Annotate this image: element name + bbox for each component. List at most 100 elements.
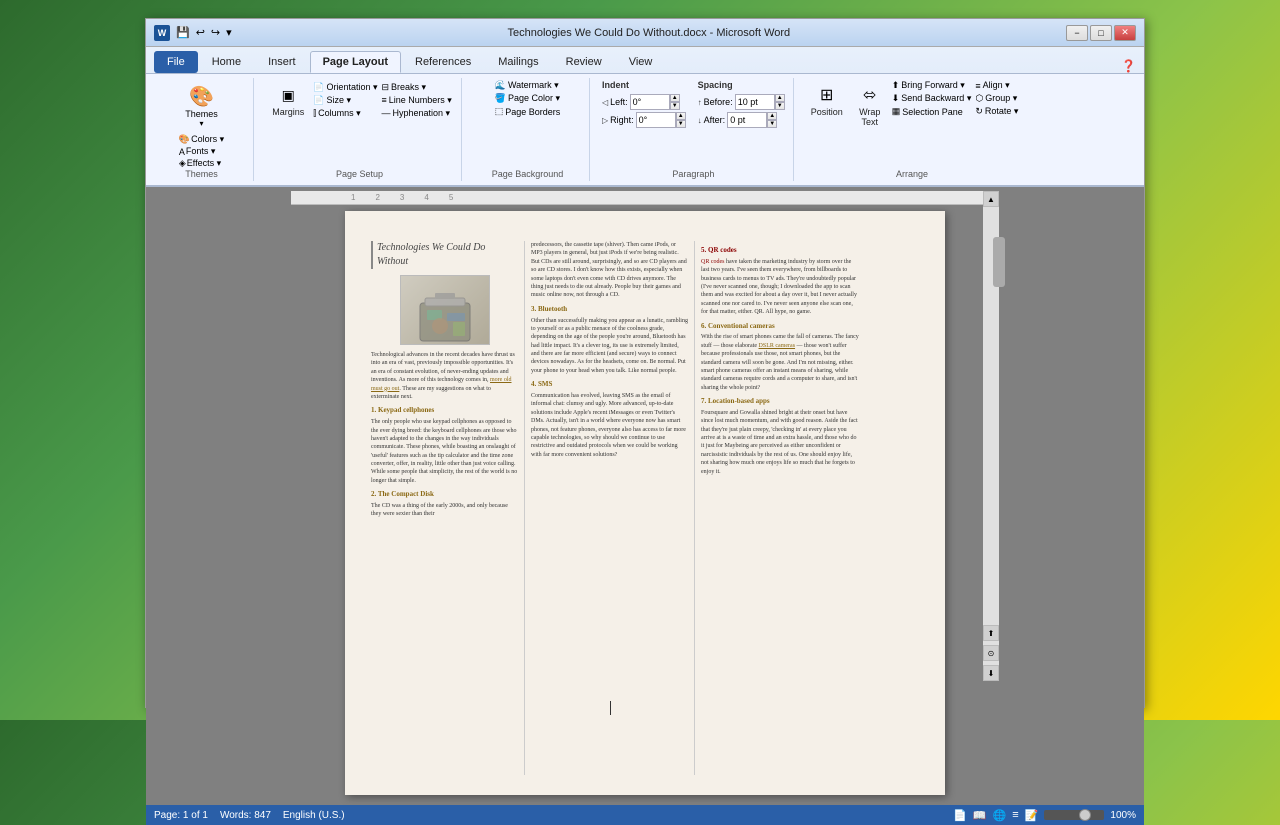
indent-right-down[interactable]: ▼: [676, 120, 686, 128]
tab-file[interactable]: File: [154, 51, 198, 73]
group-button[interactable]: ⬡Group ▾: [975, 93, 1018, 104]
ribbon: File Home Insert Page Layout References …: [146, 47, 1144, 187]
main-layout: 12345 Technologies We Could Do Without: [146, 187, 1144, 825]
zoom-thumb[interactable]: [1079, 809, 1091, 821]
zoom-slider[interactable]: [1044, 810, 1104, 820]
theme-fonts-button[interactable]: AFonts ▾: [179, 146, 224, 157]
spacing-before-input[interactable]: [735, 94, 775, 110]
doc-view-area: 12345 Technologies We Could Do Without: [146, 187, 1144, 805]
spacing-after-input[interactable]: [727, 112, 767, 128]
undo-icon[interactable]: ↩: [196, 26, 205, 39]
word-app-icon: W: [154, 25, 170, 41]
margins-button[interactable]: ▣ Margins: [267, 80, 309, 120]
themes-button[interactable]: 🎨 Themes ▾: [180, 80, 224, 132]
view-web-btn[interactable]: 🌐: [993, 809, 1007, 822]
page-background-label: Page Background: [492, 169, 564, 179]
prev-page-button[interactable]: ⬆: [983, 625, 999, 641]
send-backward-button[interactable]: ⬇Send Backward ▾: [892, 93, 972, 104]
spacing-col: Spacing ↑ Before: ▲ ▼: [698, 80, 785, 128]
word-window: W 💾 ↩ ↪ ▾ Technologies We Could Do Witho…: [145, 18, 1145, 708]
theme-colors-button[interactable]: 🎨Colors ▾: [179, 134, 224, 145]
indent-left-row: ◁ Left: ▲ ▼: [602, 94, 686, 110]
maximize-button[interactable]: □: [1090, 25, 1112, 41]
align-button[interactable]: ≡Align ▾: [975, 80, 1018, 91]
doc-col-2: predecessors, the cassette tape (shiver)…: [525, 241, 695, 775]
line-numbers-button[interactable]: ≡Line Numbers ▾: [381, 95, 451, 106]
customize-qa-icon[interactable]: ▾: [226, 26, 232, 39]
spacing-before-up[interactable]: ▲: [775, 94, 785, 102]
qr-link-text: QR codes: [701, 259, 725, 265]
indent-left-icon: ◁: [602, 98, 608, 107]
spacing-after-spin[interactable]: ▲ ▼: [767, 112, 777, 128]
view-reading-btn[interactable]: 📖: [973, 809, 987, 822]
close-button[interactable]: ✕: [1114, 25, 1136, 41]
doc-section-location: 7. Location-based apps: [701, 397, 859, 407]
next-page-button[interactable]: ⬇: [983, 665, 999, 681]
ribbon-group-paragraph: Indent ◁ Left: ▲ ▼: [598, 78, 794, 181]
status-bar: Page: 1 of 1 Words: 847 English (U.S.) 📄…: [146, 805, 1144, 825]
columns-button[interactable]: ⫿Columns ▾: [313, 108, 377, 119]
selection-pane-button[interactable]: ▦Selection Pane: [892, 106, 972, 117]
help-icon[interactable]: ❓: [1121, 59, 1136, 73]
indent-right-spin[interactable]: ▲ ▼: [676, 112, 686, 128]
word-count: Words: 847: [220, 810, 271, 821]
bring-forward-button[interactable]: ⬆Bring Forward ▾: [892, 80, 972, 91]
indent-left-input[interactable]: [630, 94, 670, 110]
page-borders-button[interactable]: ⬚Page Borders: [495, 106, 561, 117]
redo-icon[interactable]: ↪: [211, 26, 220, 39]
doc-keypad-text: The only people who use keypad cellphone…: [371, 418, 518, 485]
view-draft-btn[interactable]: 📝: [1025, 809, 1039, 822]
watermark-button[interactable]: 🌊Watermark ▾: [495, 80, 561, 91]
tab-view[interactable]: View: [616, 51, 666, 73]
indent-left-up[interactable]: ▲: [670, 94, 680, 102]
tab-page-layout[interactable]: Page Layout: [310, 51, 401, 73]
ribbon-group-themes: 🎨 Themes ▾ 🎨Colors ▾ AFonts ▾: [154, 78, 254, 181]
doc-section-bluetooth: 3. Bluetooth: [531, 305, 688, 315]
view-normal-btn[interactable]: 📄: [953, 809, 967, 822]
title-bar: W 💾 ↩ ↪ ▾ Technologies We Could Do Witho…: [146, 19, 1144, 47]
paragraph-content: Indent ◁ Left: ▲ ▼: [602, 80, 785, 169]
theme-effects-button[interactable]: ◈Effects ▾: [179, 158, 224, 169]
doc-section-cameras: 6. Conventional cameras: [701, 322, 859, 332]
spacing-after-down[interactable]: ▼: [767, 120, 777, 128]
spacing-before-spin[interactable]: ▲ ▼: [775, 94, 785, 110]
doc-sms-text: Communication has evolved, leaving SMS a…: [531, 392, 688, 459]
ribbon-group-page-background: 🌊Watermark ▾ 🪣Page Color ▾ ⬚Page Borders…: [470, 78, 590, 181]
doc-bluetooth-text: Other than successfully making you appea…: [531, 317, 688, 376]
position-button[interactable]: ⊞ Position: [806, 80, 848, 130]
tab-references[interactable]: References: [402, 51, 484, 73]
indent-label: Indent: [602, 80, 686, 90]
indent-right-up[interactable]: ▲: [676, 112, 686, 120]
tab-insert[interactable]: Insert: [255, 51, 309, 73]
tab-home[interactable]: Home: [199, 51, 254, 73]
doc-intro-text: Technological advances in the recent dec…: [371, 351, 518, 401]
spacing-before-row: ↑ Before: ▲ ▼: [698, 94, 785, 110]
text-cursor: [610, 701, 611, 715]
scroll-thumb[interactable]: [993, 237, 1005, 287]
tab-review[interactable]: Review: [553, 51, 615, 73]
size-button[interactable]: 📄Size ▾: [313, 95, 377, 106]
scroll-up-button[interactable]: ▲: [983, 191, 999, 207]
view-outline-btn[interactable]: ≡: [1012, 809, 1018, 821]
breaks-button[interactable]: ⊟Breaks ▾: [381, 82, 451, 93]
doc-col-1: Technologies We Could Do Without: [365, 241, 525, 775]
indent-left-spin[interactable]: ▲ ▼: [670, 94, 680, 110]
page-color-button[interactable]: 🪣Page Color ▾: [495, 93, 561, 104]
orientation-button[interactable]: 📄Orientation ▾: [313, 82, 377, 93]
minimize-button[interactable]: −: [1066, 25, 1088, 41]
doc-section-qr: 5. QR codes: [701, 246, 859, 256]
indent-col: Indent ◁ Left: ▲ ▼: [602, 80, 686, 128]
spacing-after-up[interactable]: ▲: [767, 112, 777, 120]
hyphenation-button[interactable]: —Hyphenation ▾: [381, 108, 451, 119]
select-browse-button[interactable]: ⊙: [983, 645, 999, 661]
vertical-scrollbar[interactable]: ▲ ▼ ⬆ ⊙ ⬇: [983, 191, 999, 681]
indent-left-down[interactable]: ▼: [670, 102, 680, 110]
tab-mailings[interactable]: Mailings: [485, 51, 551, 73]
save-icon[interactable]: 💾: [176, 26, 190, 39]
doc-section-keypad: 1. Keypad cellphones: [371, 406, 518, 416]
spacing-before-down[interactable]: ▼: [775, 102, 785, 110]
indent-right-input[interactable]: [636, 112, 676, 128]
rotate-button[interactable]: ↻Rotate ▾: [975, 106, 1018, 117]
doc-section-sms: 4. SMS: [531, 380, 688, 390]
wrap-text-button[interactable]: ⬄ WrapText: [852, 80, 888, 130]
